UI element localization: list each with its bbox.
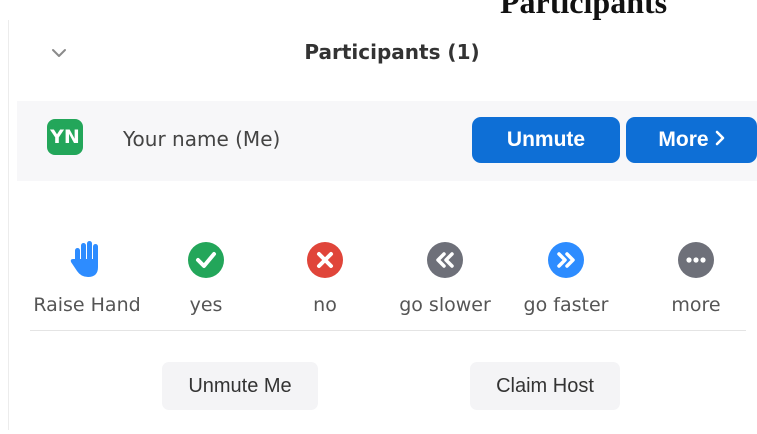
- divider: [30, 330, 746, 331]
- double-chevron-right-icon: [546, 240, 586, 280]
- reaction-go-slower[interactable]: go slower: [375, 240, 515, 316]
- more-button[interactable]: More: [626, 117, 757, 163]
- raised-hand-icon: [67, 240, 107, 280]
- chevron-right-icon: [715, 130, 725, 151]
- ellipsis-icon: [676, 240, 716, 280]
- participant-row[interactable]: YN Your name (Me) Unmute More: [17, 101, 757, 181]
- claim-host-button[interactable]: Claim Host: [470, 362, 620, 410]
- reaction-more[interactable]: more: [626, 240, 757, 316]
- panel-left-border: [8, 20, 9, 430]
- panel-title-text: Participants (1): [304, 40, 480, 64]
- document-heading: Participants: [500, 0, 668, 20]
- x-mark-icon: [305, 240, 345, 280]
- participant-name: Your name (Me): [123, 127, 281, 151]
- reaction-label: go faster: [523, 294, 609, 316]
- unmute-me-label: Unmute Me: [188, 374, 292, 397]
- unmute-me-button[interactable]: Unmute Me: [162, 362, 318, 410]
- reaction-label: go slower: [399, 294, 491, 316]
- checkmark-icon: [186, 240, 226, 280]
- claim-host-label: Claim Host: [496, 374, 594, 397]
- panel-title: Participants (1): [0, 40, 757, 64]
- unmute-button[interactable]: Unmute: [472, 117, 620, 163]
- reaction-label: no: [313, 294, 337, 316]
- reaction-label: more: [671, 294, 721, 316]
- avatar: YN: [47, 119, 83, 155]
- unmute-button-label: Unmute: [506, 128, 586, 151]
- more-button-label: More: [658, 128, 709, 151]
- reaction-no[interactable]: no: [255, 240, 395, 316]
- reaction-go-faster[interactable]: go faster: [496, 240, 636, 316]
- double-chevron-left-icon: [425, 240, 465, 280]
